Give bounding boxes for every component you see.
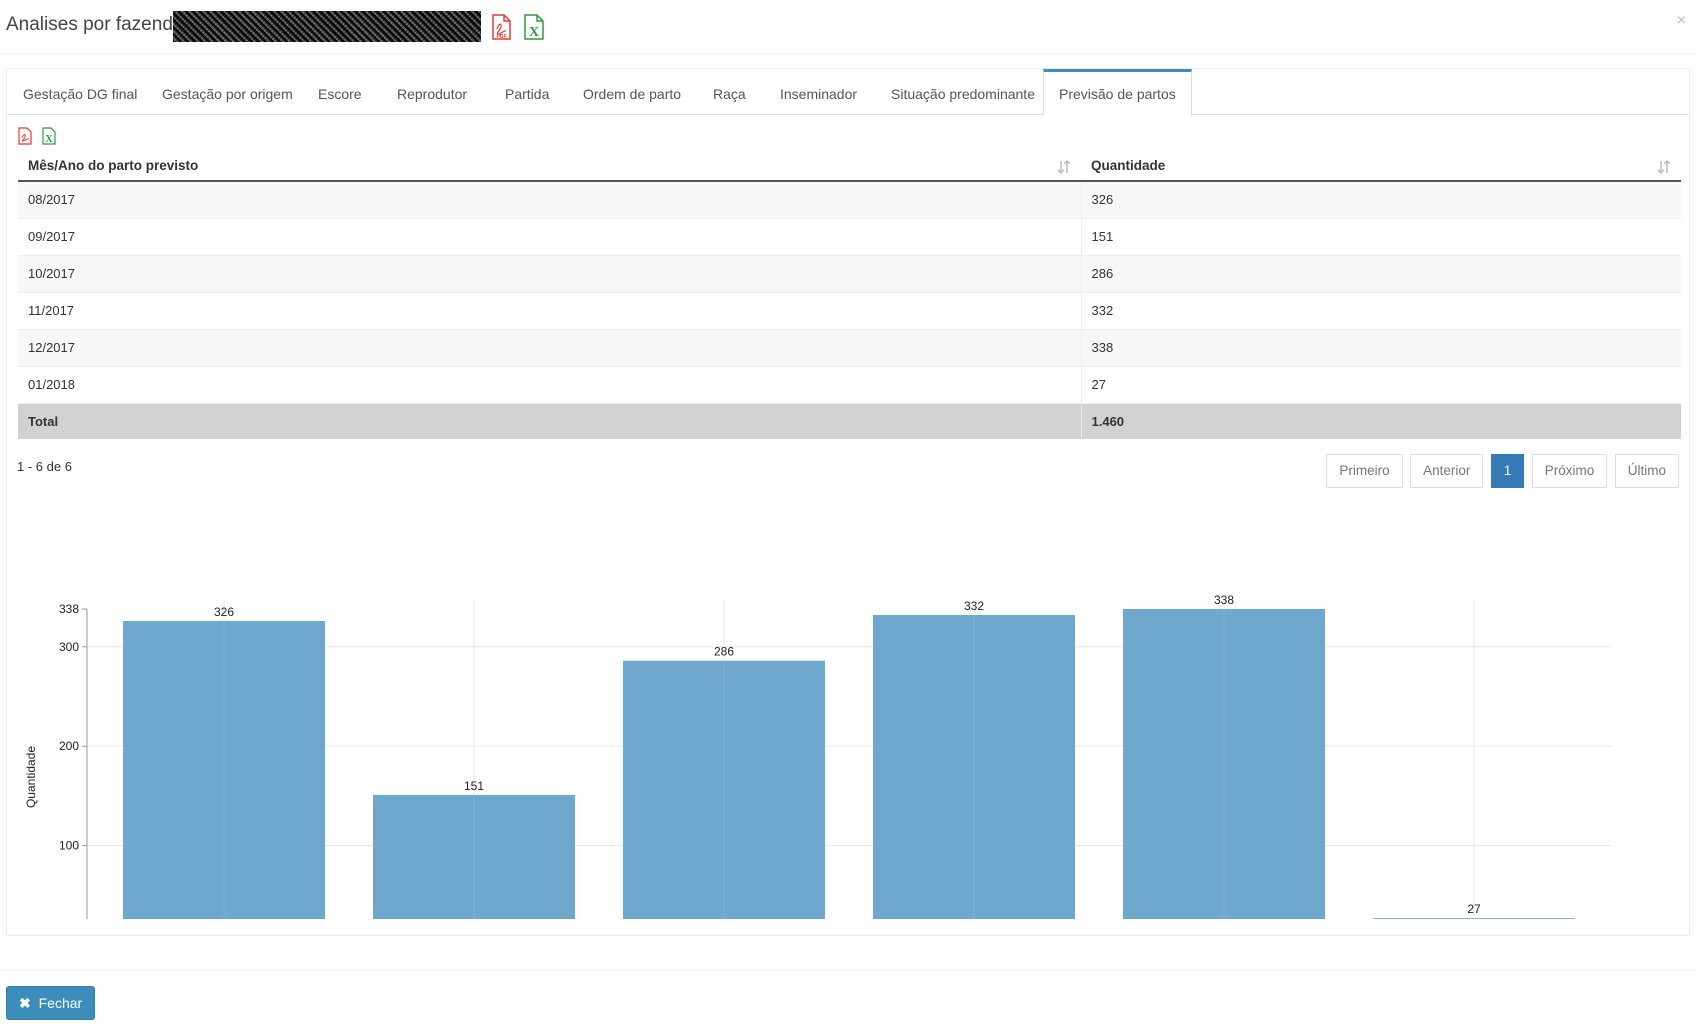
total-label: Total xyxy=(18,402,1082,439)
tab-ordem-de-parto[interactable]: Ordem de parto xyxy=(568,69,696,115)
table-total-row: Total 1.460 xyxy=(18,402,1681,439)
data-label: 27 xyxy=(1467,902,1481,916)
column-header-month[interactable]: Mês/Ano do parto previsto xyxy=(18,151,1081,182)
data-label: 338 xyxy=(1214,593,1234,607)
table-row: 10/2017 286 xyxy=(18,254,1681,292)
sort-icon[interactable] xyxy=(1657,159,1671,175)
tab-reprodutor[interactable]: Reprodutor xyxy=(382,69,482,115)
excel-file-icon[interactable]: X xyxy=(523,14,545,40)
table-row: 12/2017 338 xyxy=(18,328,1681,366)
tab-escore[interactable]: Escore xyxy=(303,69,377,115)
data-label: 332 xyxy=(964,599,984,613)
tab-bar: Gestação DG final Gestação por origem Es… xyxy=(7,69,1689,116)
last-page-button[interactable]: Último xyxy=(1614,454,1679,488)
table-row: 01/2018 27 xyxy=(18,365,1681,403)
data-label: 151 xyxy=(464,779,484,793)
pdf-file-icon[interactable]: PDF xyxy=(490,14,512,40)
table-row: 09/2017 151 xyxy=(18,217,1681,255)
cell-quantity: 27 xyxy=(1081,365,1681,403)
total-value: 1.460 xyxy=(1081,402,1681,439)
next-page-button[interactable]: Próximo xyxy=(1531,454,1608,488)
y-tick-label: 300 xyxy=(59,640,79,654)
pagination: Primeiro Anterior 1 Próximo Último xyxy=(1323,454,1679,488)
tab-partida[interactable]: Partida xyxy=(490,69,564,115)
svg-text:X: X xyxy=(529,25,539,40)
redacted-farm-name xyxy=(173,11,481,42)
data-label: 286 xyxy=(714,645,734,659)
tab-situacao-predominante[interactable]: Situação predominante xyxy=(876,69,1050,115)
excel-export-icon[interactable]: X xyxy=(42,127,56,145)
cell-month: 09/2017 xyxy=(18,217,1082,255)
tab-previsao-de-partos[interactable]: Previsão de partos xyxy=(1043,69,1192,116)
prev-page-button[interactable]: Anterior xyxy=(1410,454,1484,488)
tab-gestacao-por-origem[interactable]: Gestação por origem xyxy=(147,69,308,115)
tab-inseminador[interactable]: Inseminador xyxy=(765,69,872,115)
cell-quantity: 151 xyxy=(1081,217,1681,255)
y-tick-label: 338 xyxy=(59,602,79,616)
first-page-button[interactable]: Primeiro xyxy=(1326,454,1403,488)
table-header-row: Mês/Ano do parto previsto Quantidade xyxy=(18,151,1681,182)
y-tick-label: 100 xyxy=(59,839,79,853)
svg-text:X: X xyxy=(45,134,53,145)
modal-header: Analises por fazendas PDF X × xyxy=(0,0,1696,54)
cell-month: 01/2018 xyxy=(18,365,1082,403)
close-icon[interactable]: × xyxy=(1677,12,1686,30)
cell-quantity: 286 xyxy=(1081,254,1681,292)
column-header-quantity[interactable]: Quantidade xyxy=(1081,151,1681,182)
table-row: 08/2017 326 xyxy=(18,180,1681,218)
y-tick-label: 200 xyxy=(59,739,79,753)
forecast-bar-chart: 010020030033832608/201715109/201728610/2… xyxy=(24,593,1611,919)
modal-title: Analises por fazendas xyxy=(6,14,193,35)
svg-text:PDF: PDF xyxy=(497,34,507,40)
tab-gestacao-dg-final[interactable]: Gestação DG final xyxy=(8,69,152,115)
column-header-label: Mês/Ano do parto previsto xyxy=(28,158,199,173)
analysis-panel: Gestação DG final Gestação por origem Es… xyxy=(6,68,1690,936)
pdf-export-icon[interactable] xyxy=(18,127,32,145)
pagination-info: 1 - 6 de 6 xyxy=(17,459,72,474)
column-header-label: Quantidade xyxy=(1091,158,1166,173)
tab-raca[interactable]: Raça xyxy=(698,69,761,115)
current-page-button[interactable]: 1 xyxy=(1490,454,1525,488)
sort-icon[interactable] xyxy=(1057,159,1071,175)
close-icon: ✖ xyxy=(19,995,31,1011)
cell-month: 10/2017 xyxy=(18,254,1082,292)
close-button[interactable]: ✖ Fechar xyxy=(6,986,96,1020)
cell-quantity: 332 xyxy=(1081,291,1681,329)
close-button-label: Fechar xyxy=(38,995,83,1011)
cell-month: 12/2017 xyxy=(18,328,1082,366)
cell-month: 11/2017 xyxy=(18,291,1082,329)
data-label: 326 xyxy=(214,605,234,619)
cell-quantity: 338 xyxy=(1081,328,1681,366)
footer-divider xyxy=(0,970,1696,971)
table-row: 11/2017 332 xyxy=(18,291,1681,329)
y-axis-title: Quantidade xyxy=(24,746,38,808)
cell-month: 08/2017 xyxy=(18,180,1082,218)
forecast-table: Mês/Ano do parto previsto Quantidade 08/… xyxy=(18,151,1681,439)
cell-quantity: 326 xyxy=(1081,180,1681,218)
